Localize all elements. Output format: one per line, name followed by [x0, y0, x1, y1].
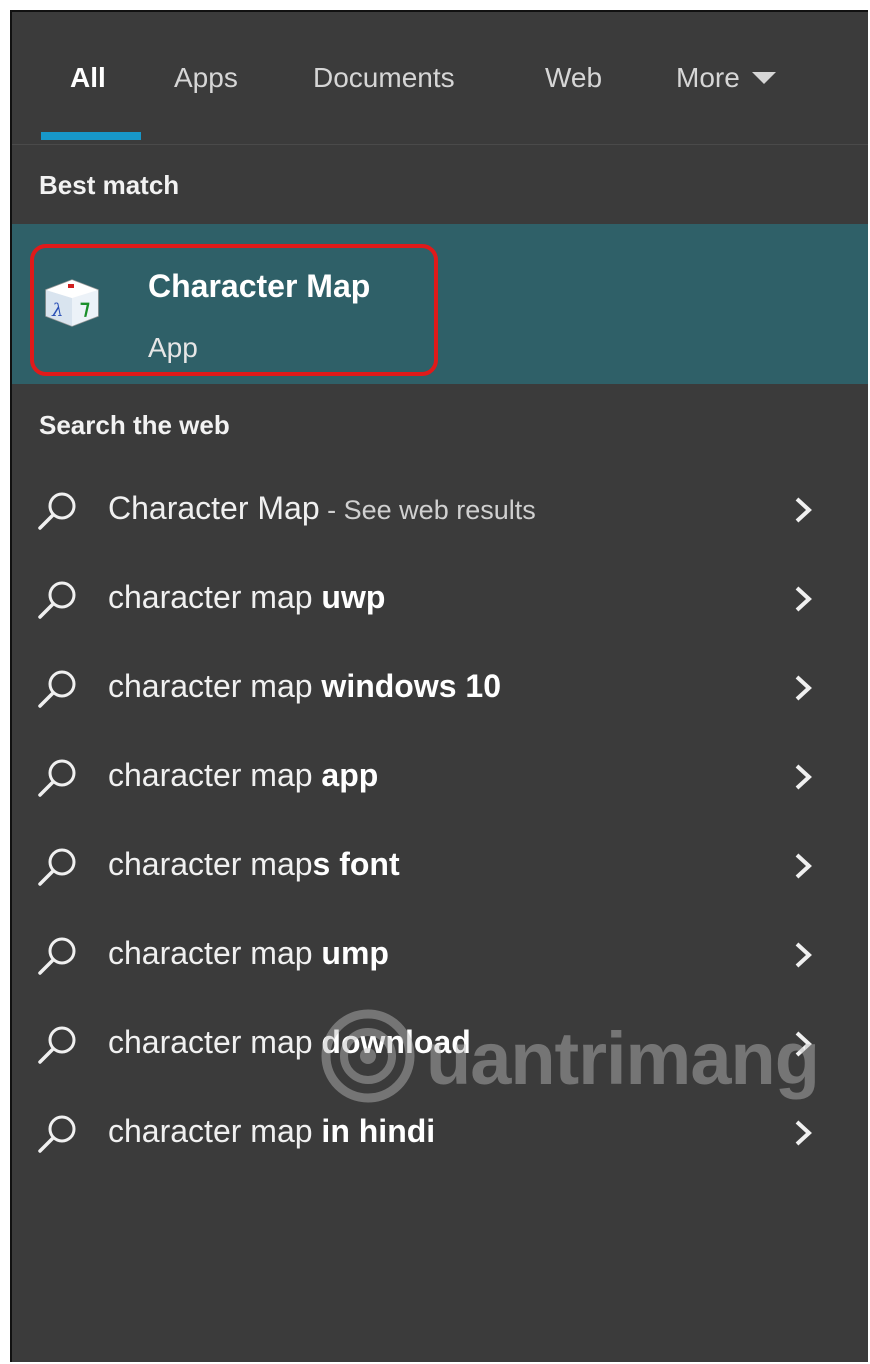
chevron-right-icon [795, 1031, 812, 1057]
web-result-text: character map ump [108, 935, 389, 971]
web-result-item[interactable]: character map app [12, 733, 868, 821]
web-result-item[interactable]: Character Map - See web results [12, 466, 868, 554]
web-result-item[interactable]: character map download [12, 1000, 868, 1088]
web-result-item[interactable]: character map windows 10 [12, 644, 868, 732]
chevron-right-icon [795, 853, 812, 879]
chevron-right-icon [795, 764, 812, 790]
tab-more[interactable]: More [676, 58, 776, 98]
chevron-right-icon [795, 586, 812, 612]
web-result-text: character maps font [108, 846, 400, 882]
web-result-item[interactable]: character map ump [12, 911, 868, 999]
search-icon [38, 670, 76, 708]
svg-text:⁊: ⁊ [80, 295, 90, 319]
chevron-right-icon [795, 675, 812, 701]
chevron-right-icon [795, 942, 812, 968]
character-map-app-icon: λ ⁊ [45, 279, 99, 327]
search-icon [38, 937, 76, 975]
search-icon [38, 759, 76, 797]
chevron-right-icon [795, 1120, 812, 1146]
web-result-text: Character Map - See web results [108, 490, 536, 526]
tab-apps[interactable]: Apps [174, 58, 238, 98]
search-icon [38, 1115, 76, 1153]
tab-more-label: More [676, 62, 740, 93]
active-tab-indicator [41, 132, 141, 140]
search-icon [38, 1026, 76, 1064]
search-icon [38, 848, 76, 886]
best-match-heading: Best match [39, 170, 180, 200]
web-result-item[interactable]: character map in hindi [12, 1089, 868, 1177]
web-result-item[interactable]: character map uwp [12, 555, 868, 643]
web-result-text: character map windows 10 [108, 668, 502, 704]
tab-documents[interactable]: Documents [313, 58, 455, 98]
search-icon [38, 492, 76, 530]
search-results-panel: All Apps Documents Web More Best match λ… [10, 10, 868, 1362]
web-result-text: character map in hindi [108, 1113, 436, 1149]
search-web-heading: Search the web [39, 410, 230, 440]
web-results-hint: - See web results [319, 495, 536, 525]
tab-all[interactable]: All [70, 58, 106, 98]
best-match-result[interactable]: λ ⁊ Character Map App [12, 224, 868, 384]
app-type-label: App [148, 332, 198, 363]
web-result-text: character map uwp [108, 579, 386, 615]
caret-down-icon [751, 71, 776, 84]
filter-tabs: All Apps Documents Web More [12, 12, 868, 145]
web-result-item[interactable]: character maps font [12, 822, 868, 910]
app-title: Character Map [148, 268, 371, 304]
svg-text:λ: λ [51, 300, 63, 321]
search-icon [38, 581, 76, 619]
web-result-text: character map app [108, 757, 379, 793]
chevron-right-icon [795, 497, 812, 523]
web-result-text: character map download [108, 1024, 471, 1060]
tab-web[interactable]: Web [545, 58, 602, 98]
